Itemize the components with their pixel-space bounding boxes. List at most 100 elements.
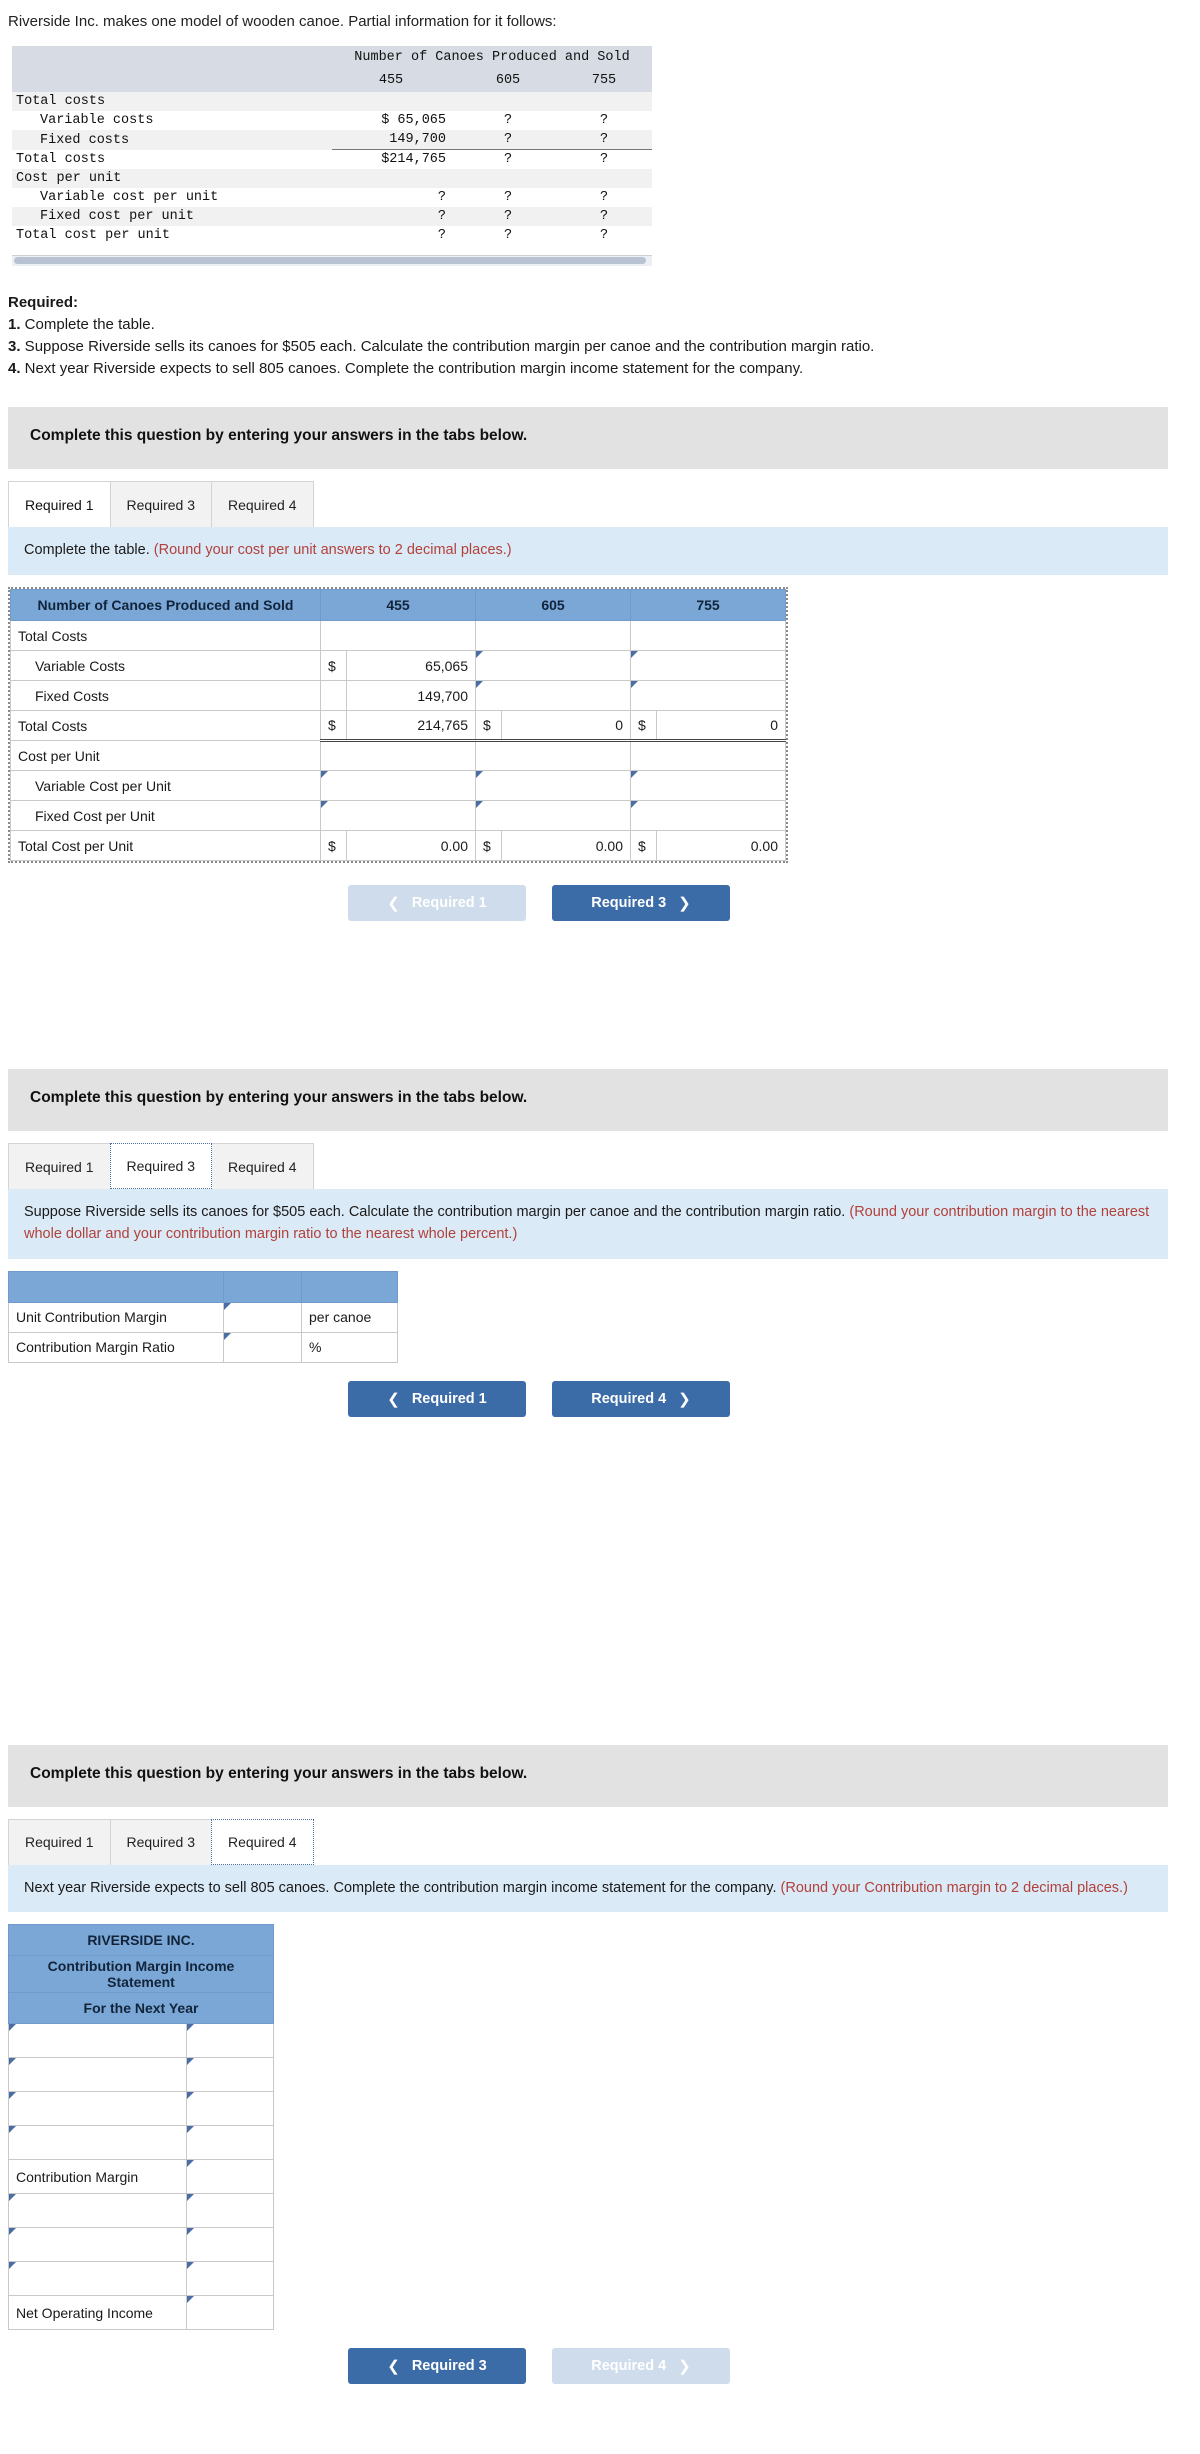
required-item-3-text: Suppose Riverside sells its canoes for $… — [20, 337, 875, 355]
table-row: Variable Cost per Unit — [10, 770, 786, 801]
input-variable-cost-per-unit-605[interactable] — [475, 770, 631, 801]
input-fixed-costs-755[interactable] — [630, 680, 786, 711]
input-fixed-costs-605[interactable] — [475, 680, 631, 711]
row-c2: ? — [460, 111, 556, 131]
next-button[interactable]: Required 4 ❯ — [552, 2348, 730, 2385]
currency-symbol: $ — [320, 830, 347, 861]
next-button[interactable]: Required 3 ❯ — [552, 885, 730, 921]
horizontal-scrollbar[interactable] — [12, 255, 652, 267]
input-line-6-amount[interactable] — [186, 2193, 274, 2229]
input-contribution-margin-amount[interactable] — [186, 2159, 274, 2195]
input-variable-costs-605[interactable] — [475, 650, 631, 681]
instruction-hint: (Round your Contribution margin to 2 dec… — [780, 1879, 1128, 1896]
row-c3: ? — [556, 226, 652, 246]
scrollbar-thumb[interactable] — [14, 257, 646, 265]
instruction-main: Next year Riverside expects to sell 805 … — [24, 1879, 781, 1896]
chevron-left-icon: ❮ — [387, 2358, 400, 2376]
tab-required-3[interactable]: Required 3 — [109, 1143, 212, 1189]
chevron-right-icon: ❯ — [678, 2358, 691, 2376]
intro-text: Riverside Inc. makes one model of wooden… — [8, 13, 557, 30]
prev-button-label: Required 1 — [411, 895, 487, 911]
input-line-2-label[interactable] — [8, 2057, 187, 2093]
row-label: Total cost per unit — [12, 226, 332, 246]
statement-title-row: RIVERSIDE INC. — [8, 1924, 274, 1957]
input-line-2-amount[interactable] — [186, 2057, 274, 2093]
prev-button[interactable]: ❮ Required 3 — [348, 2348, 526, 2385]
input-variable-costs-755[interactable] — [630, 650, 786, 681]
input-fixed-cost-per-unit-605[interactable] — [475, 800, 631, 831]
input-line-4-label[interactable] — [8, 2125, 187, 2161]
row-c2 — [460, 92, 556, 112]
input-line-1-amount[interactable] — [186, 2023, 274, 2059]
instruction-main: Suppose Riverside sells its canoes for $… — [24, 1204, 850, 1220]
tab-required-3[interactable]: Required 3 — [109, 481, 212, 528]
input-variable-cost-per-unit-755[interactable] — [630, 770, 786, 801]
prev-button[interactable]: ❮ Required 1 — [348, 885, 526, 921]
row-c1 — [332, 92, 460, 112]
input-line-3-label[interactable] — [8, 2091, 187, 2127]
input-unit-contribution-margin[interactable] — [223, 1301, 302, 1333]
table-row: Contribution Margin Ratio % — [8, 1331, 398, 1363]
value-605: 0.00 — [501, 830, 631, 861]
tab-required-3[interactable]: Required 3 — [109, 1818, 212, 1865]
col-header-755: 755 — [630, 589, 786, 621]
row-label: Variable Costs — [10, 650, 321, 681]
next-button-label: Required 4 — [591, 1390, 667, 1407]
problem-table: Number of Canoes Produced and Sold 455 6… — [12, 46, 652, 246]
table-row: Fixed Costs 149,700 — [10, 680, 786, 711]
value-455: 149,700 — [346, 680, 476, 711]
input-contribution-margin-ratio[interactable] — [223, 1331, 302, 1363]
panel-required-3: Complete this question by entering your … — [8, 1069, 1168, 1417]
tab-bar: Required 1 Required 3 Required 4 — [8, 1818, 1168, 1865]
prev-button-label: Required 3 — [411, 2358, 487, 2375]
required-3-grid-container: Unit Contribution Margin per canoe Contr… — [8, 1270, 1168, 1363]
row-label: Total costs — [12, 149, 332, 170]
table-row — [8, 2125, 274, 2161]
tab-required-4[interactable]: Required 4 — [211, 1818, 314, 1865]
prev-button[interactable]: ❮ Required 1 — [348, 1380, 526, 1417]
table-row: Fixed cost per unit ? ? ? — [12, 207, 652, 227]
statement-period: For the Next Year — [8, 1992, 274, 2025]
input-line-8-amount[interactable] — [186, 2261, 274, 2297]
row-c3: ? — [556, 111, 652, 131]
row-label: Variable Cost per Unit — [10, 770, 321, 801]
tab-required-1[interactable]: Required 1 — [8, 1818, 111, 1865]
row-label: Unit Contribution Margin — [8, 1301, 224, 1333]
input-line-1-label[interactable] — [8, 2023, 187, 2059]
input-line-8-label[interactable] — [8, 2261, 187, 2297]
input-line-3-amount[interactable] — [186, 2091, 274, 2127]
row-label: Variable cost per unit — [12, 188, 332, 208]
required-item-1-num: 1. — [8, 316, 21, 333]
row-c1: $214,765 — [332, 149, 460, 170]
tab-required-4[interactable]: Required 4 — [211, 1143, 314, 1189]
problem-table-colnums-row: 455 605 755 — [12, 69, 652, 93]
row-c3: ? — [556, 188, 652, 208]
table-row: Fixed costs 149,700 ? ? — [12, 130, 652, 151]
input-fixed-cost-per-unit-455[interactable] — [320, 800, 476, 831]
table-row: Fixed Cost per Unit — [10, 800, 786, 831]
input-variable-cost-per-unit-455[interactable] — [320, 770, 476, 801]
table-row — [8, 2023, 274, 2059]
row-c3: ? — [556, 207, 652, 227]
input-fixed-cost-per-unit-755[interactable] — [630, 800, 786, 831]
value-455: 214,765 — [346, 710, 476, 742]
statement-company-name: RIVERSIDE INC. — [8, 1924, 274, 1957]
instruction-main: Complete the table. — [24, 542, 154, 559]
currency-symbol: $ — [320, 650, 347, 681]
input-line-7-amount[interactable] — [186, 2227, 274, 2263]
col-header-blank-2 — [223, 1270, 302, 1303]
required-1-table: Number of Canoes Produced and Sold 455 6… — [10, 589, 786, 861]
required-4-nav: ❮ Required 3 Required 4 ❯ — [348, 2348, 1168, 2385]
row-label: Total costs — [12, 92, 332, 112]
input-line-4-amount[interactable] — [186, 2125, 274, 2161]
input-line-6-label[interactable] — [8, 2193, 187, 2229]
tab-required-1[interactable]: Required 1 — [8, 481, 111, 528]
table-row: Cost per unit — [12, 169, 652, 189]
input-net-operating-income-amount[interactable] — [186, 2295, 274, 2331]
tab-required-1[interactable]: Required 1 — [8, 1143, 111, 1189]
next-button[interactable]: Required 4 ❯ — [552, 1380, 730, 1417]
problem-col-605: 605 — [460, 69, 556, 93]
value-455: 65,065 — [346, 650, 476, 681]
tab-required-4[interactable]: Required 4 — [211, 481, 314, 528]
input-line-7-label[interactable] — [8, 2227, 187, 2263]
